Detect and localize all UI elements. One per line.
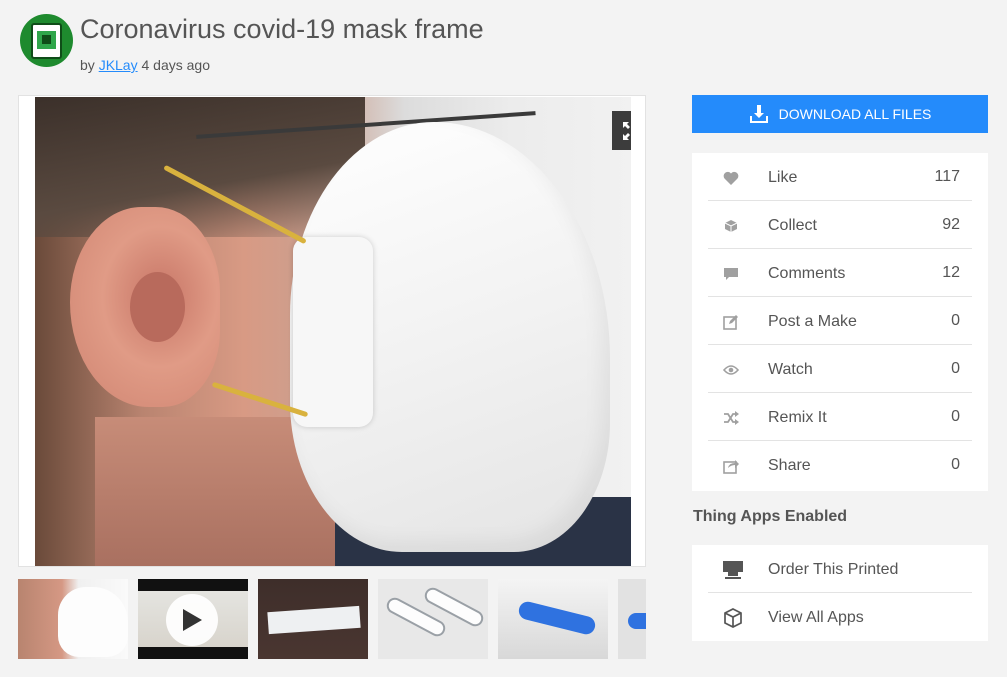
expand-arrows-icon	[622, 121, 630, 140]
stat-comments[interactable]: Comments 12	[708, 249, 972, 297]
author-link[interactable]: JKLay	[99, 57, 138, 73]
app-label: Order This Printed	[768, 561, 899, 578]
by-label: by	[80, 57, 95, 73]
stat-label: Collect	[768, 217, 817, 234]
thumbnail-6[interactable]	[618, 579, 646, 659]
stat-remix[interactable]: Remix It 0	[708, 393, 972, 441]
printer-icon	[722, 559, 744, 581]
play-button[interactable]	[166, 594, 218, 646]
photo-ear-detail	[130, 272, 185, 342]
stat-label: Post a Make	[768, 313, 857, 330]
share-icon	[722, 457, 740, 475]
download-label: DOWNLOAD ALL FILES	[778, 106, 932, 122]
byline: by JKLay 4 days ago	[80, 57, 210, 73]
thumbnail-1[interactable]	[18, 579, 128, 659]
stat-like[interactable]: Like 117	[708, 153, 972, 201]
stat-label: Comments	[768, 265, 846, 282]
stat-count: 0	[951, 456, 960, 473]
download-all-button[interactable]: DOWNLOAD ALL FILES	[692, 95, 988, 133]
stat-count: 12	[942, 264, 960, 281]
app-label: View All Apps	[768, 609, 864, 626]
stat-count: 0	[951, 408, 960, 425]
stat-watch[interactable]: Watch 0	[708, 345, 972, 393]
heart-icon	[722, 169, 740, 187]
expand-button[interactable]	[612, 111, 631, 150]
download-icon	[749, 105, 768, 123]
main-image-frame	[18, 95, 646, 567]
collect-icon	[722, 217, 740, 235]
apps-section-title: Thing Apps Enabled	[693, 508, 848, 525]
thumbnail-3[interactable]	[258, 579, 368, 659]
play-icon	[183, 609, 202, 631]
stat-count: 92	[942, 216, 960, 233]
stat-count: 0	[951, 360, 960, 377]
stat-label: Watch	[768, 361, 813, 378]
eye-icon	[722, 361, 740, 379]
stat-share[interactable]: Share 0	[708, 441, 972, 489]
stat-count: 117	[934, 168, 960, 185]
author-avatar[interactable]	[20, 14, 73, 67]
thumb-blue-part	[516, 599, 598, 637]
stat-label: Like	[768, 169, 798, 186]
thumb-blue-part-2	[628, 613, 646, 629]
app-order-printed[interactable]: Order This Printed	[708, 545, 972, 593]
comment-icon	[722, 265, 740, 283]
thumbnail-4[interactable]	[378, 579, 488, 659]
stat-post-a-make[interactable]: Post a Make 0	[708, 297, 972, 345]
thing-title: Coronavirus covid-19 mask frame	[80, 14, 484, 44]
edit-icon	[722, 313, 740, 331]
posted-time: 4 days ago	[141, 57, 211, 73]
stats-panel: Like 117 Collect 92 Comments 12 Post a M…	[692, 153, 988, 491]
thumb-mask	[58, 587, 128, 657]
app-view-all[interactable]: View All Apps	[708, 593, 972, 641]
avatar-printer-logo	[31, 22, 62, 59]
cube-icon	[722, 607, 744, 629]
stat-label: Share	[768, 457, 811, 474]
stat-count: 0	[951, 312, 960, 329]
thumbnail-video[interactable]	[138, 579, 248, 659]
stat-collect[interactable]: Collect 92	[708, 201, 972, 249]
thumbnail-5[interactable]	[498, 579, 608, 659]
main-image[interactable]	[35, 97, 631, 566]
shuffle-icon	[722, 409, 740, 427]
apps-panel: Order This Printed View All Apps	[692, 545, 988, 641]
stat-label: Remix It	[768, 409, 827, 426]
thumbnail-strip	[18, 579, 646, 659]
thumb-mask-strip	[267, 605, 361, 635]
photo-mask-frame	[293, 237, 373, 427]
